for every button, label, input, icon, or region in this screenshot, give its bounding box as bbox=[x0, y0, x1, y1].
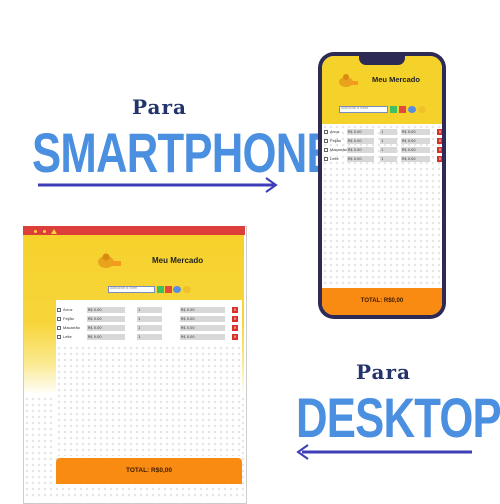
phone-add-button[interactable] bbox=[390, 106, 397, 113]
delete-item-button[interactable]: × bbox=[232, 307, 238, 313]
item-total-field: R$ 0.00 bbox=[401, 147, 430, 153]
item-total-field: R$ 0.00 bbox=[180, 307, 225, 313]
item-checkbox[interactable] bbox=[57, 335, 61, 339]
delete-item-button[interactable]: × bbox=[232, 334, 238, 340]
item-total-field: R$ 0.00 bbox=[180, 334, 225, 340]
desktop-heading: DESKTOP bbox=[296, 386, 500, 449]
desktop-total: TOTAL: R$0,00 bbox=[56, 458, 242, 484]
item-qty-field[interactable]: 1 bbox=[137, 316, 162, 322]
item-price-field[interactable]: R$ 0.00 bbox=[87, 316, 125, 322]
window-dot-yellow-icon[interactable] bbox=[43, 230, 46, 233]
mascot-logo-icon bbox=[98, 253, 121, 268]
desktop-item-input[interactable]: Adicione o Item bbox=[108, 286, 155, 293]
item-price-field[interactable]: R$ 0.00 bbox=[87, 325, 125, 331]
phone-item-input[interactable]: Adicione o Item bbox=[339, 106, 388, 113]
desktop-list-pattern bbox=[56, 345, 242, 456]
para-heading-top: Para bbox=[132, 95, 187, 119]
item-checkbox[interactable] bbox=[324, 130, 328, 134]
item-checkbox[interactable] bbox=[57, 308, 61, 312]
item-total-field: R$ 0.00 bbox=[401, 156, 430, 162]
item-name: Feijão bbox=[63, 316, 74, 321]
item-total-field: R$ 0.00 bbox=[180, 316, 225, 322]
item-price-field[interactable]: R$ 0.00 bbox=[87, 307, 125, 313]
desktop-cloud-icon[interactable] bbox=[173, 286, 181, 293]
delete-item-button[interactable]: × bbox=[232, 325, 238, 331]
item-qty-field[interactable]: 1 bbox=[137, 325, 162, 331]
item-checkbox[interactable] bbox=[57, 317, 61, 321]
item-price-field[interactable]: R$ 0.00 bbox=[347, 156, 374, 162]
item-checkbox[interactable] bbox=[324, 157, 328, 161]
item-qty-field[interactable]: 1 bbox=[380, 138, 397, 144]
phone-header bbox=[322, 56, 442, 124]
phone-clear-button[interactable] bbox=[399, 106, 406, 113]
item-qty-field[interactable]: 1 bbox=[380, 156, 397, 162]
item-checkbox[interactable] bbox=[57, 326, 61, 330]
desktop-clear-button[interactable] bbox=[165, 286, 172, 293]
desktop-save-icon[interactable] bbox=[183, 286, 191, 293]
phone-cloud-icon[interactable] bbox=[408, 106, 416, 113]
item-name: Leite bbox=[330, 156, 339, 161]
item-total-field: R$ 0.00 bbox=[401, 129, 430, 135]
item-name: Macarrão bbox=[63, 325, 80, 330]
item-checkbox[interactable] bbox=[324, 148, 328, 152]
window-triangle-icon[interactable] bbox=[51, 229, 57, 234]
phone-save-icon[interactable] bbox=[418, 106, 426, 113]
item-price-field[interactable]: R$ 0.00 bbox=[347, 138, 374, 144]
delete-item-button[interactable]: × bbox=[437, 156, 442, 162]
para-heading-bottom: Para bbox=[356, 360, 411, 384]
mascot-logo-icon bbox=[339, 74, 358, 87]
item-name: Arroz bbox=[330, 129, 340, 134]
delete-item-button[interactable]: × bbox=[232, 316, 238, 322]
desktop-app-title: Meu Mercado bbox=[152, 256, 204, 265]
phone-notch bbox=[359, 56, 405, 65]
item-name: Feijão bbox=[330, 138, 341, 143]
window-dot-yellow-icon[interactable] bbox=[34, 230, 37, 233]
arrow-left-icon bbox=[296, 444, 472, 460]
item-name: Arroz bbox=[63, 307, 73, 312]
item-checkbox[interactable] bbox=[324, 139, 328, 143]
delete-item-button[interactable]: × bbox=[437, 147, 442, 153]
delete-item-button[interactable]: × bbox=[437, 138, 442, 144]
item-qty-field[interactable]: 1 bbox=[137, 307, 162, 313]
item-qty-field[interactable]: 1 bbox=[380, 147, 397, 153]
item-total-field: R$ 0.00 bbox=[180, 325, 225, 331]
delete-item-button[interactable]: × bbox=[437, 129, 442, 135]
phone-screen: Meu Mercado Adicione o Item TOTAL: R$0,0… bbox=[322, 56, 442, 315]
phone-total: TOTAL: R$0,00 bbox=[322, 288, 442, 315]
phone-app-title: Meu Mercado bbox=[372, 75, 420, 84]
item-name: Leite bbox=[63, 334, 72, 339]
item-price-field[interactable]: R$ 0.00 bbox=[347, 129, 374, 135]
item-price-field[interactable]: R$ 0.00 bbox=[347, 147, 374, 153]
item-qty-field[interactable]: 1 bbox=[137, 334, 162, 340]
item-price-field[interactable]: R$ 0.00 bbox=[87, 334, 125, 340]
item-name: Macarrão bbox=[330, 147, 347, 152]
desktop-add-button[interactable] bbox=[157, 286, 164, 293]
item-total-field: R$ 0.00 bbox=[401, 138, 430, 144]
arrow-right-icon bbox=[38, 177, 278, 193]
item-qty-field[interactable]: 1 bbox=[380, 129, 397, 135]
